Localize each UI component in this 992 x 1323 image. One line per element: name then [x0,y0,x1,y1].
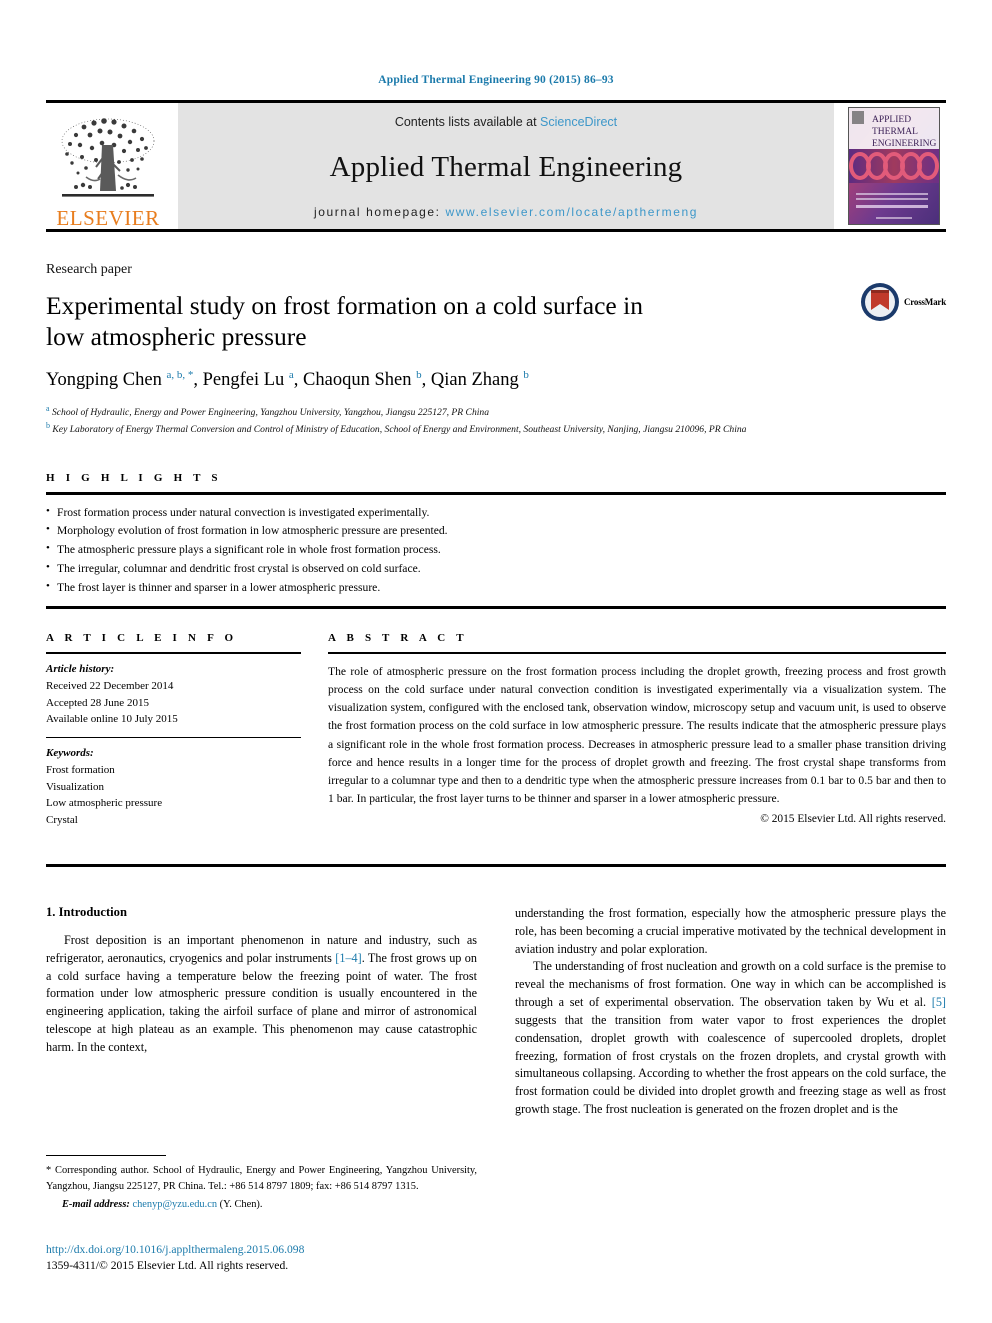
email-address-label: E-mail address: [62,1198,130,1210]
issn-copyright-line: 1359-4311/© 2015 Elsevier Ltd. All right… [46,1259,289,1272]
article-info-rule [46,652,301,655]
list-item: Frost formation process under natural co… [46,503,946,523]
article-first-page: Applied Thermal Engineering 90 (2015) 86… [0,0,992,1323]
contents-prefix: Contents lists available at [394,115,541,129]
body-left-column: 1. Introduction Frost deposition is an i… [46,905,477,1119]
affiliations: a School of Hydraulic, Energy and Power … [46,403,836,437]
abstract-copyright: © 2015 Elsevier Ltd. All rights reserved… [760,812,946,825]
keywords-block: Keywords: Frost formation Visualization … [46,745,301,829]
intro-text-post: . The frost grows up on a cold surface h… [46,950,477,1054]
body-right-column: understanding the frost formation, espec… [515,905,946,1119]
svg-text:THERMAL: THERMAL [872,127,918,137]
history-accepted: Accepted 28 June 2015 [46,696,149,709]
list-item: The irregular, columnar and dendritic fr… [46,559,946,579]
svg-text:APPLIED: APPLIED [872,115,911,125]
keyword-item: Frost formation [46,763,115,776]
elsevier-logo: ELSEVIER [46,103,170,229]
journal-title: Applied Thermal Engineering [329,150,683,183]
journal-masthead: ELSEVIER Contents lists available at Sci… [46,100,946,232]
citation-link-1-4[interactable]: [1–4] [335,951,361,965]
body-columns: 1. Introduction Frost deposition is an i… [46,905,946,1119]
email-link[interactable]: chenyp@yzu.edu.cn [132,1199,217,1210]
author-list: Yongping Chen a, b, *, Pengfei Lu a, Cha… [46,368,529,390]
journal-cover-image: APPLIED THERMAL ENGINEERING [848,107,940,225]
elsevier-wordmark: ELSEVIER [56,206,160,230]
list-item: The atmospheric pressure plays a signifi… [46,540,946,560]
article-history-block: Article history: Received 22 December 20… [46,661,301,728]
crossmark-label: CrossMark [903,297,946,307]
abstract-text: The role of atmospheric pressure on the … [328,665,946,805]
intro-paragraph-right-1: understanding the frost formation, espec… [515,906,946,956]
homepage-prefix: journal homepage: [313,205,446,219]
crossmark-badge[interactable]: CrossMark [860,282,946,322]
highlights-list: Frost formation process under natural co… [46,495,946,607]
introduction-heading: 1. Introduction [46,905,127,919]
keyword-item: Visualization [46,780,104,793]
article-info-column: A R T I C L E I N F O Article history: R… [46,632,301,829]
journal-cover-thumbnail: APPLIED THERMAL ENGINEERING [842,103,946,229]
journal-homepage-line: journal homepage: www.elsevier.com/locat… [314,205,698,219]
sciencedirect-link[interactable]: ScienceDirect [540,115,617,129]
highlights-label: H I G H L I G H T S [46,472,222,484]
article-info-label: A R T I C L E I N F O [46,632,238,644]
affiliation-a: a School of Hydraulic, Energy and Power … [46,403,489,419]
footnote-text: * Corresponding author. School of Hydrau… [46,1165,477,1192]
page-title: Experimental study on frost formation on… [46,291,643,352]
abstract-label: A B S T R A C T [328,632,468,644]
citation-link-5[interactable]: [5] [932,995,946,1009]
abstract-column: A B S T R A C T The role of atmospheric … [328,632,946,829]
highlights-bottom-rule [46,606,946,609]
crossmark-icon [860,283,899,321]
footnote-email-line: E-mail address: chenyp@yzu.edu.cn (Y. Ch… [46,1197,477,1212]
info-abstract-row: A R T I C L E I N F O Article history: R… [46,632,946,829]
list-item: Morphology evolution of frost formation … [46,521,946,541]
intro-paragraph-left: Frost deposition is an important phenome… [46,932,477,1057]
affiliation-b-text: Key Laboratory of Energy Thermal Convers… [52,424,747,436]
footnote-rule [46,1155,166,1157]
highlights-section: H I G H L I G H T S Frost formation proc… [46,472,946,609]
masthead-center: Contents lists available at ScienceDirec… [178,103,834,229]
keyword-item: Low atmospheric pressure [46,797,163,810]
corresponding-author-footnote: * Corresponding author. School of Hydrau… [46,1155,477,1212]
masthead-bottom-rule [46,229,946,232]
article-header: CrossMark Research paper Experimental st… [46,262,946,437]
intro-right-pre: The understanding of frost nucleation an… [515,959,946,1010]
keyword-item: Crystal [46,814,78,827]
homepage-url-link[interactable]: www.elsevier.com/locate/apthermeng [446,205,699,219]
svg-text:ENGINEERING: ENGINEERING [872,139,937,149]
doi-block: http://dx.doi.org/10.1016/j.applthermale… [46,1243,546,1274]
affiliation-b: b Key Laboratory of Energy Thermal Conve… [46,420,747,436]
intro-right-post: suggests that the transition from water … [515,1012,946,1116]
contents-available-line: Contents lists available at ScienceDirec… [395,115,617,129]
article-history-label: Article history: [46,663,115,676]
keywords-divider-rule [46,737,301,739]
intro-paragraph-right-2: The understanding of frost nucleation an… [515,958,946,1118]
history-available-online: Available online 10 July 2015 [46,713,178,726]
affiliation-a-text: School of Hydraulic, Energy and Power En… [51,407,489,419]
running-head: Applied Thermal Engineering 90 (2015) 86… [378,74,614,86]
email-owner: (Y. Chen). [219,1198,263,1210]
history-received: Received 22 December 2014 [46,679,174,692]
elsevier-tree-icon [61,118,155,197]
keywords-label: Keywords: [46,747,94,760]
section-divider-rule [46,864,946,867]
list-item: The frost layer is thinner and sparser i… [46,578,946,598]
doi-link[interactable]: http://dx.doi.org/10.1016/j.applthermale… [46,1243,546,1256]
abstract-rule [328,652,946,655]
article-type: Research paper [46,262,132,277]
